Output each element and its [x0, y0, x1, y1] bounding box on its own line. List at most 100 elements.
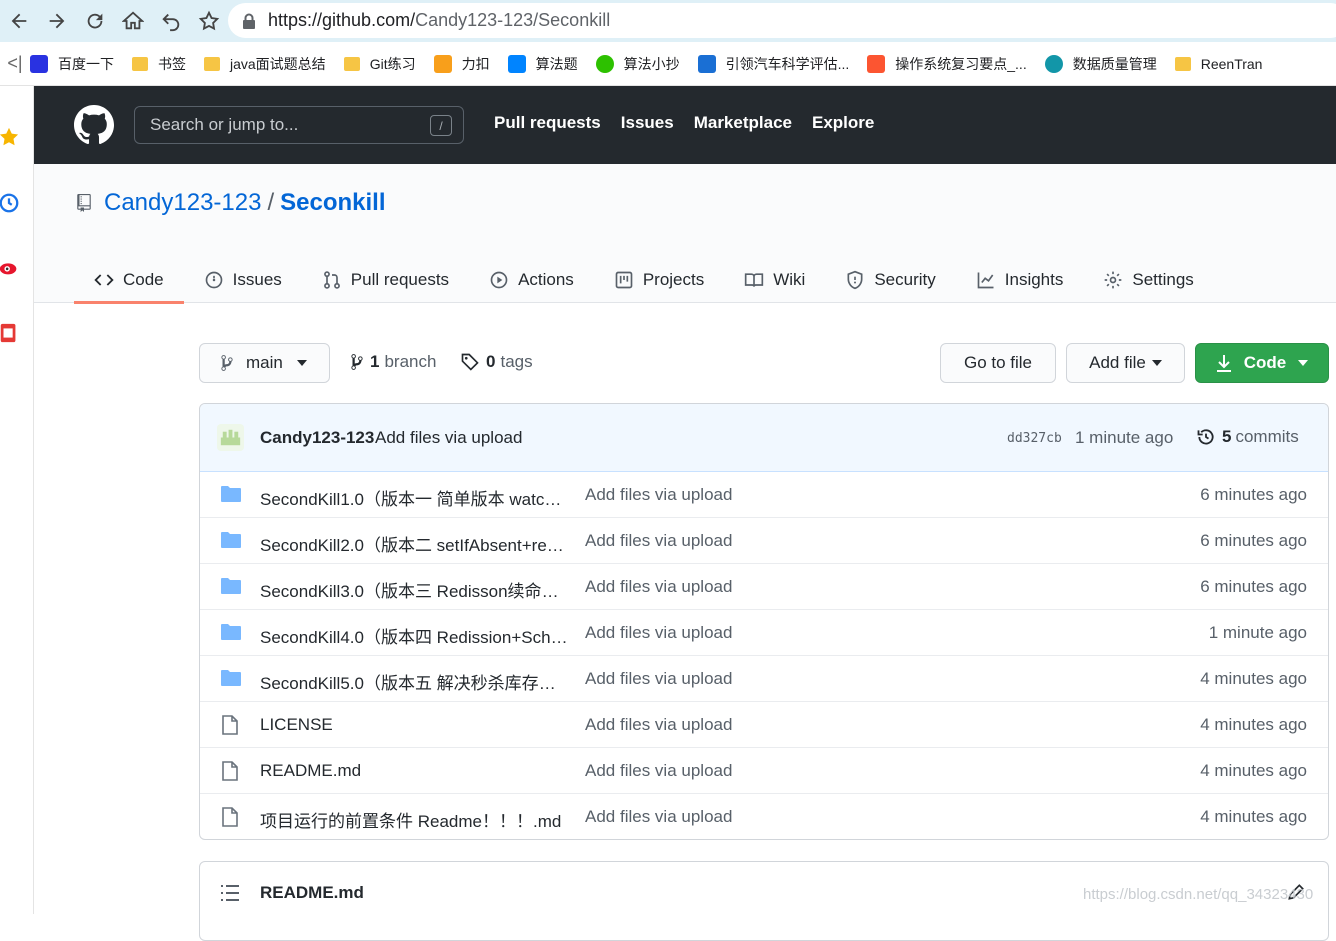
code-icon — [94, 273, 114, 286]
reload-button[interactable] — [76, 0, 114, 42]
bookmark-item[interactable]: 算法小抄 — [595, 54, 680, 74]
bookmark-item[interactable]: 书签 — [132, 54, 186, 74]
tab-wiki[interactable]: Wiki — [724, 256, 825, 303]
bookmark-item[interactable]: java面试题总结 — [204, 54, 326, 74]
pdf-icon[interactable] — [0, 322, 20, 344]
file-commit-message-link[interactable]: Add files via upload — [585, 623, 732, 643]
tab-projects[interactable]: Projects — [594, 256, 724, 303]
header-nav-marketplace[interactable]: Marketplace — [694, 113, 792, 133]
download-icon — [1216, 355, 1231, 372]
home-button[interactable] — [114, 0, 152, 42]
bookmark-item[interactable]: Git练习 — [343, 54, 416, 74]
back-button[interactable] — [0, 0, 38, 42]
home-icon — [122, 11, 144, 30]
go-to-file-button[interactable]: Go to file — [940, 343, 1056, 383]
github-logo-icon[interactable] — [74, 105, 114, 145]
file-name-link[interactable]: LICENSE — [260, 715, 568, 735]
avatar[interactable] — [217, 424, 244, 451]
commits-link[interactable]: 5 commits — [1196, 427, 1299, 447]
undo-icon — [162, 13, 180, 32]
branches-link[interactable]: 1 branch — [350, 352, 436, 372]
weibo-icon[interactable] — [0, 256, 20, 278]
file-commit-message-link[interactable]: Add files via upload — [585, 485, 732, 505]
tag-label: tags — [500, 352, 533, 371]
gear-icon — [1105, 271, 1122, 288]
file-age: 4 minutes ago — [1200, 807, 1307, 826]
file-name-link[interactable]: SecondKill4.0（版本四 Redission+Scheduled） — [260, 623, 568, 648]
file-commit-message-link[interactable]: Add files via upload — [585, 531, 732, 551]
repo-owner-link[interactable]: Candy123-123 — [104, 189, 261, 217]
repo-title: Candy123-123 / Seconkill — [76, 189, 386, 217]
commit-sha-link[interactable]: dd327cb — [1007, 431, 1062, 446]
file-name-link[interactable]: README.md — [260, 761, 568, 781]
book-icon — [745, 272, 764, 287]
bookmark-item[interactable]: 算法题 — [507, 54, 578, 74]
commit-message-link[interactable]: Add files via upload — [375, 428, 522, 448]
zhihu-icon — [507, 54, 526, 73]
file-name-link[interactable]: SecondKill1.0（版本一 简单版本 watchdog） — [260, 485, 568, 510]
favorites-star-icon[interactable] — [0, 126, 20, 148]
bookmark-label: 算法题 — [535, 55, 578, 72]
file-table: Candy123-123 Add files via upload dd327c… — [199, 403, 1329, 840]
bookmark-item[interactable]: 力扣 — [433, 54, 490, 74]
table-row: SecondKill3.0（版本三 Redisson续命锁） Add files … — [200, 564, 1328, 610]
tags-link[interactable]: 0 tags — [460, 352, 533, 372]
tab-code[interactable]: Code — [74, 256, 184, 304]
address-bar[interactable]: https://github.com/Candy123-123/Seconkil… — [228, 3, 1336, 38]
file-commit-message-link[interactable]: Add files via upload — [585, 577, 732, 597]
file-name-link[interactable]: SecondKill5.0（版本五 解决秒杀库存超卖问题） — [260, 669, 568, 694]
github-header: Search or jump to... / Pull requests Issu… — [34, 86, 1336, 164]
tab-actions[interactable]: Actions — [469, 256, 594, 303]
file-commit-message-link[interactable]: Add files via upload — [585, 807, 732, 827]
tab-label: Actions — [518, 269, 574, 289]
bookmark-item[interactable]: ReenTran — [1174, 56, 1262, 72]
bookmark-label: 操作系统复习要点_... — [895, 55, 1027, 72]
table-row: README.md Add files via upload 4 minutes a… — [200, 748, 1328, 794]
bookmark-item[interactable]: 引领汽车科学评估... — [697, 54, 850, 74]
file-commit-message-link[interactable]: Add files via upload — [585, 669, 732, 689]
leetcode-icon — [433, 54, 452, 73]
folder-icon — [343, 56, 360, 71]
folder-icon — [221, 532, 241, 548]
header-nav-issues[interactable]: Issues — [621, 113, 674, 133]
forward-button[interactable] — [38, 0, 76, 42]
bookmark-star-button[interactable] — [190, 0, 228, 42]
add-file-button[interactable]: Add file — [1066, 343, 1185, 383]
commit-author-link[interactable]: Candy123-123 — [260, 428, 374, 448]
diamond-icon — [697, 54, 716, 73]
file-commit-message-link[interactable]: Add files via upload — [585, 761, 732, 781]
file-name-link[interactable]: SecondKill2.0（版本二 setIfAbsent+redis） — [260, 531, 568, 556]
tab-security[interactable]: Security — [825, 256, 955, 303]
list-icon[interactable] — [220, 884, 240, 902]
commit-count: 5 — [1222, 427, 1232, 446]
table-row: SecondKill5.0（版本五 解决秒杀库存超卖问题） Add files v… — [200, 656, 1328, 702]
file-commit-message-link[interactable]: Add files via upload — [585, 715, 732, 735]
file-icon — [222, 715, 238, 735]
project-icon — [615, 271, 633, 288]
bookmark-item[interactable]: 百度一下 — [30, 54, 114, 74]
issue-icon — [205, 271, 222, 288]
bookmarks-collapse-icon[interactable]: <| — [0, 53, 30, 74]
file-name-link[interactable]: 项目运行的前置条件 Readme！！！.md — [260, 807, 568, 832]
bookmark-label: 引领汽车科学评估... — [725, 55, 850, 72]
file-age: 6 minutes ago — [1200, 531, 1307, 550]
header-nav-pull-requests[interactable]: Pull requests — [494, 113, 601, 133]
bookmark-item[interactable]: 数据质量管理 — [1044, 54, 1157, 74]
tab-insights[interactable]: Insights — [956, 256, 1084, 303]
undo-button[interactable] — [152, 0, 190, 42]
tab-settings[interactable]: Settings — [1083, 256, 1213, 303]
tab-label: Projects — [642, 269, 705, 289]
tab-issues[interactable]: Issues — [184, 256, 302, 303]
bookmark-item[interactable]: 操作系统复习要点_... — [867, 54, 1027, 74]
file-age: 4 minutes ago — [1200, 761, 1307, 780]
tab-pull-requests[interactable]: Pull requests — [302, 256, 469, 303]
history-clock-icon[interactable] — [0, 192, 20, 214]
search-input[interactable]: Search or jump to... / — [134, 106, 464, 144]
branch-select-button[interactable]: main — [199, 343, 330, 383]
file-name-link[interactable]: SecondKill3.0（版本三 Redisson续命锁） — [260, 577, 568, 602]
header-nav-explore[interactable]: Explore — [812, 113, 874, 133]
repo-name-link[interactable]: Seconkill — [280, 189, 385, 217]
pull-request-icon — [323, 270, 340, 289]
code-download-button[interactable]: Code — [1195, 343, 1329, 383]
table-row: SecondKill2.0（版本二 setIfAbsent+redis） Add … — [200, 518, 1328, 564]
